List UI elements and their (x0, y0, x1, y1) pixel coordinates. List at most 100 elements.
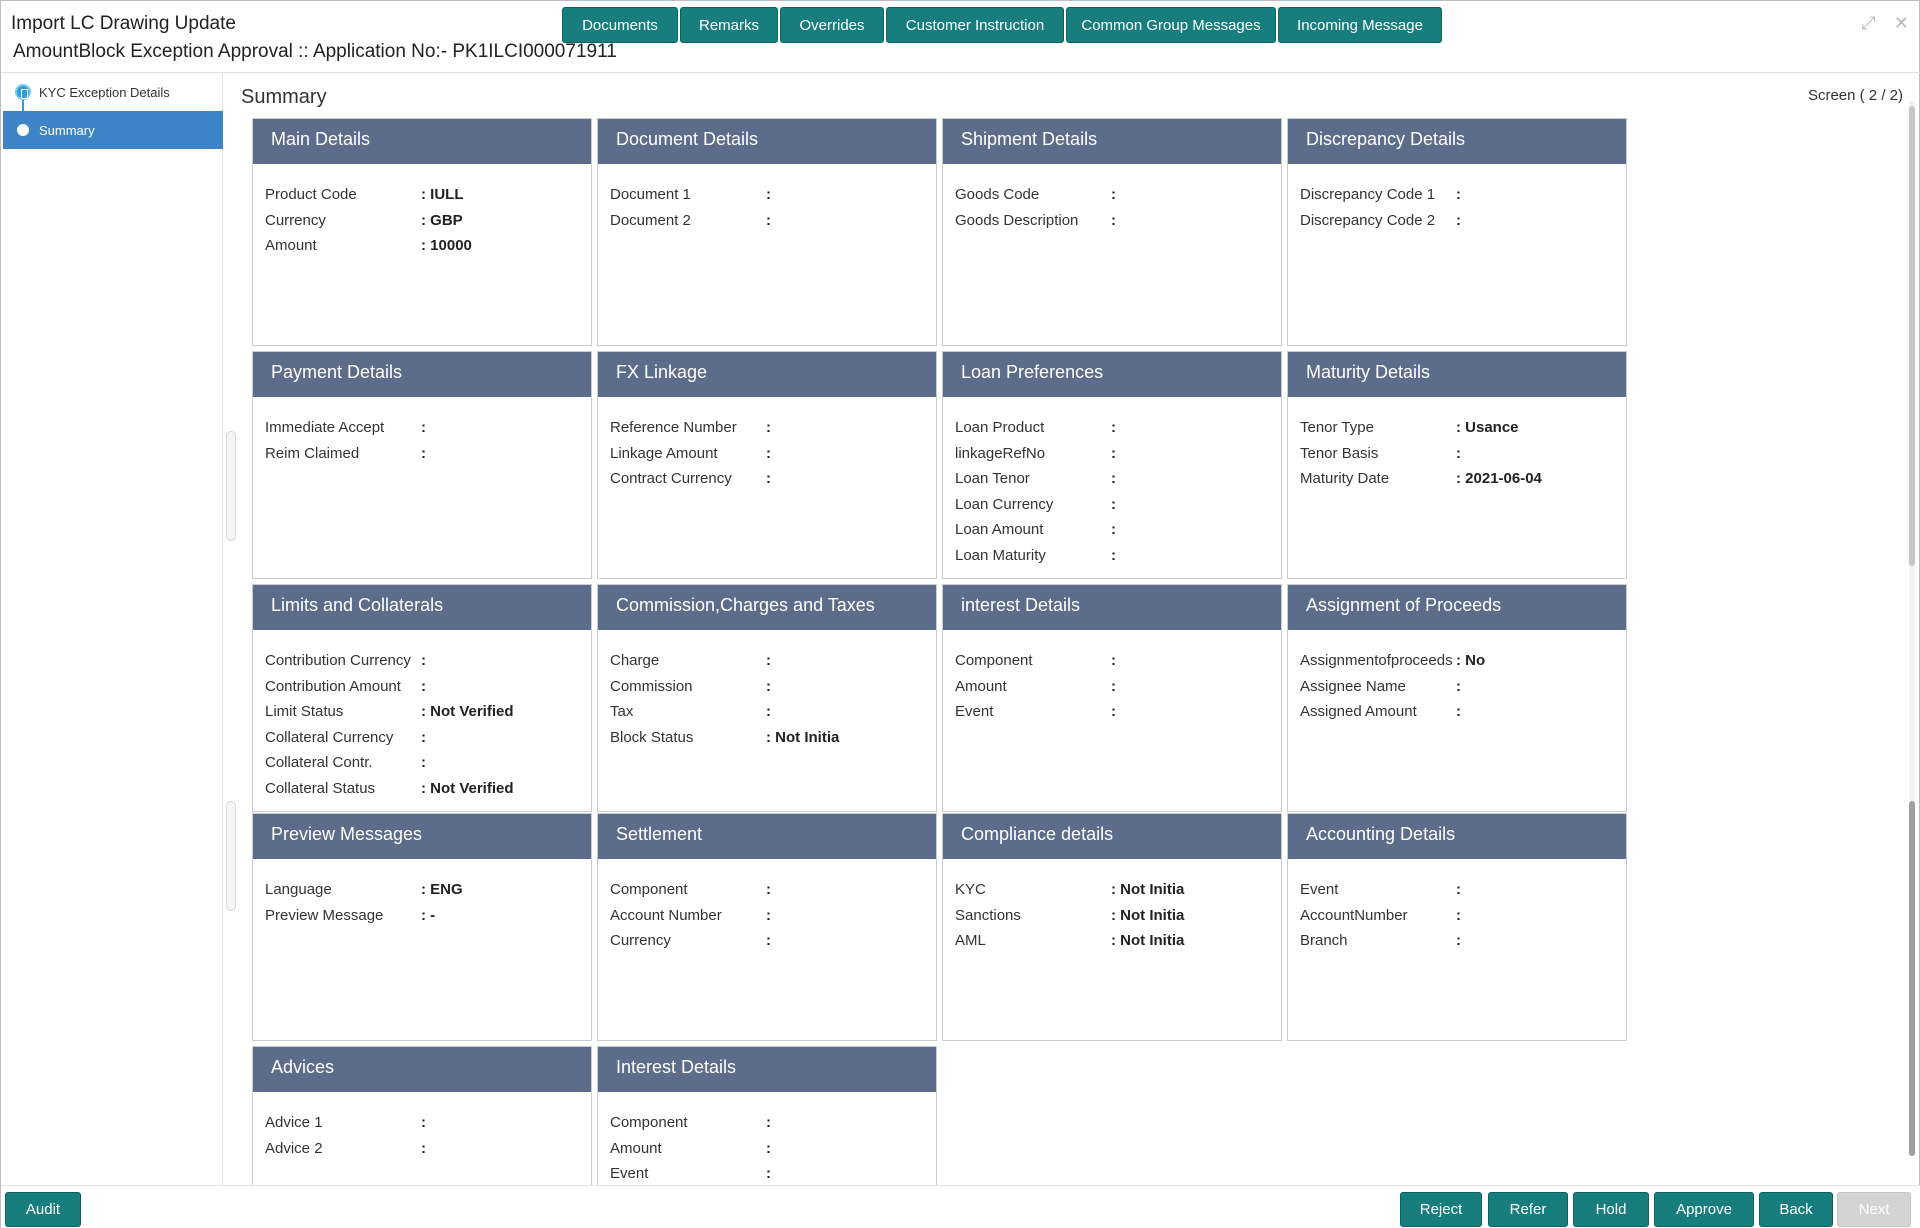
close-icon[interactable]: ✕ (1894, 13, 1909, 34)
hold-button[interactable]: Hold (1573, 1192, 1649, 1227)
card-title: Loan Preferences (943, 352, 1281, 397)
tab-remarks[interactable]: Remarks (680, 7, 778, 43)
field-row: Branch: (1300, 928, 1626, 954)
field-value: : (1111, 517, 1116, 543)
field-label: Assignmentofproceeds (1300, 648, 1456, 674)
card-body: Component:Amount:Event: (943, 630, 1281, 725)
field-row: Loan Product: (955, 415, 1281, 441)
tab-common-group-messages[interactable]: Common Group Messages (1066, 7, 1276, 43)
back-button[interactable]: Back (1759, 1192, 1833, 1227)
card-interest-details: Interest DetailsComponent:Amount:Event: (597, 1046, 937, 1186)
field-value: : GBP (421, 208, 463, 234)
field-row: Loan Tenor: (955, 466, 1281, 492)
field-value: : (1456, 441, 1461, 467)
tab-customer-instruction[interactable]: Customer Instruction (886, 7, 1064, 43)
field-label: Advice 1 (265, 1110, 421, 1136)
card-loan-preferences: Loan PreferencesLoan Product:linkageRefN… (942, 351, 1282, 579)
field-row: Block Status: Not Initia (610, 725, 936, 751)
field-row: Loan Maturity: (955, 543, 1281, 569)
tab-incoming-message[interactable]: Incoming Message (1278, 7, 1442, 43)
field-row: Amount: (955, 674, 1281, 700)
card-title: Preview Messages (253, 814, 591, 859)
field-value: : (1456, 208, 1461, 234)
field-row: Contract Currency: (610, 466, 936, 492)
card-settlement: SettlementComponent:Account Number:Curre… (597, 813, 937, 1041)
field-label: Loan Amount (955, 517, 1111, 543)
field-row: Component: (610, 877, 936, 903)
field-row: Amount: 10000 (265, 233, 591, 259)
field-label: Collateral Contr. (265, 750, 421, 776)
card-body: Goods Code:Goods Description: (943, 164, 1281, 233)
field-value: : (766, 208, 771, 234)
sidebar-item-summary[interactable]: Summary (3, 111, 223, 149)
sidebar-resize-handle[interactable] (226, 431, 236, 541)
card-body: Assignmentofproceeds: NoAssignee Name:As… (1288, 630, 1626, 725)
field-label: Reference Number (610, 415, 766, 441)
tab-documents[interactable]: Documents (562, 7, 678, 43)
field-row: Currency: (610, 928, 936, 954)
field-value: : No (1456, 648, 1485, 674)
field-label: Assigned Amount (1300, 699, 1456, 725)
scrollbar-thumb-secondary[interactable] (1909, 801, 1915, 1156)
sidebar-item-kyc-exception-details[interactable]: KYC Exception Details (3, 79, 223, 105)
card-fx-linkage: FX LinkageReference Number:Linkage Amoun… (597, 351, 937, 579)
field-label: Language (265, 877, 421, 903)
field-row: Charge: (610, 648, 936, 674)
field-label: Currency (265, 208, 421, 234)
field-value: : (766, 648, 771, 674)
field-label: Event (610, 1161, 766, 1187)
field-value: : (1111, 699, 1116, 725)
field-label: Advice 2 (265, 1136, 421, 1162)
field-label: Amount (955, 674, 1111, 700)
field-row: Contribution Currency: (265, 648, 591, 674)
field-label: Document 1 (610, 182, 766, 208)
step-icon (15, 84, 31, 100)
field-row: Amount: (610, 1136, 936, 1162)
field-row: Preview Message: - (265, 903, 591, 929)
field-value: : IULL (421, 182, 464, 208)
field-row: Event: (955, 699, 1281, 725)
card-title: interest Details (943, 585, 1281, 630)
field-value: : Not Verified (421, 699, 514, 725)
restore-icon[interactable]: ⤢ (1862, 13, 1876, 34)
field-value: : (766, 699, 771, 725)
card-title: Advices (253, 1047, 591, 1092)
card-title: Interest Details (598, 1047, 936, 1092)
card-body: Component:Account Number:Currency: (598, 859, 936, 954)
card-body: Discrepancy Code 1:Discrepancy Code 2: (1288, 164, 1626, 233)
card-title: Settlement (598, 814, 936, 859)
next-button[interactable]: Next (1837, 1192, 1911, 1227)
field-row: Event: (1300, 877, 1626, 903)
scrollbar-thumb[interactable] (1909, 106, 1915, 566)
field-value: : 10000 (421, 233, 472, 259)
card-preview-messages: Preview MessagesLanguage: ENGPreview Mes… (252, 813, 592, 1041)
field-value: : (766, 466, 771, 492)
refer-button[interactable]: Refer (1488, 1192, 1568, 1227)
field-value: : Usance (1456, 415, 1519, 441)
field-value: : - (421, 903, 435, 929)
field-row: Limit Status: Not Verified (265, 699, 591, 725)
card-maturity-details: Maturity DetailsTenor Type: UsanceTenor … (1287, 351, 1627, 579)
reject-button[interactable]: Reject (1400, 1192, 1482, 1227)
field-value: : (1111, 182, 1116, 208)
field-label: Component (955, 648, 1111, 674)
field-label: Maturity Date (1300, 466, 1456, 492)
field-row: Product Code: IULL (265, 182, 591, 208)
field-value: : 2021-06-04 (1456, 466, 1542, 492)
field-row: Component: (955, 648, 1281, 674)
field-row: Advice 1: (265, 1110, 591, 1136)
approve-button[interactable]: Approve (1654, 1192, 1754, 1227)
field-label: Contribution Amount (265, 674, 421, 700)
audit-button[interactable]: Audit (5, 1192, 81, 1227)
field-label: AccountNumber (1300, 903, 1456, 929)
tab-overrides[interactable]: Overrides (780, 7, 884, 43)
field-label: Amount (265, 233, 421, 259)
field-label: Product Code (265, 182, 421, 208)
field-row: Goods Description: (955, 208, 1281, 234)
sidebar-resize-handle[interactable] (226, 801, 236, 911)
field-value: : Not Initia (1111, 877, 1184, 903)
field-row: AccountNumber: (1300, 903, 1626, 929)
field-row: Immediate Accept: (265, 415, 591, 441)
field-value: : (1111, 674, 1116, 700)
field-value: : (766, 182, 771, 208)
